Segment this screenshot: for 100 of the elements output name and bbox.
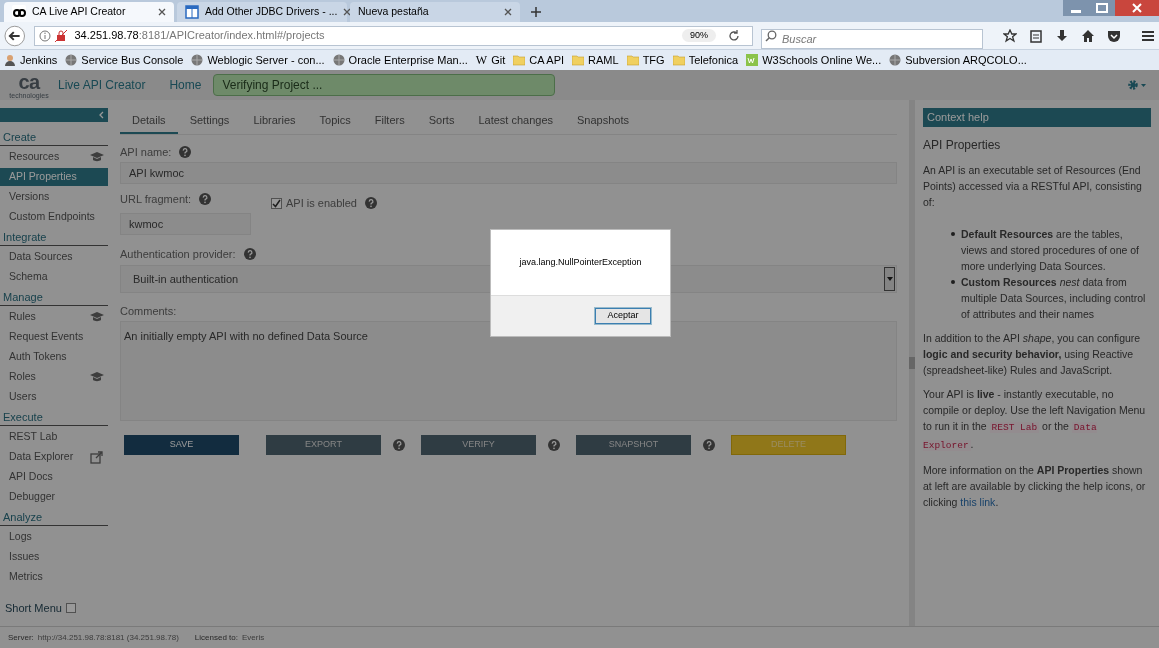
zoom-level[interactable]: 90% [682,28,716,43]
back-icon[interactable] [4,24,26,47]
bookmark[interactable]: Subversion ARQCOLO... [889,51,1027,69]
browser-tab[interactable]: Nueva pestaña [350,2,520,22]
home-link[interactable]: Home [169,76,202,94]
nav-item[interactable]: Logs [0,528,108,546]
checkbox[interactable] [65,603,76,614]
tab[interactable]: Details [120,108,178,134]
search-field[interactable]: Buscar [761,28,983,49]
nav-item[interactable]: Issues [0,548,108,566]
input-field[interactable]: API kwmoc [120,162,897,184]
footer-value: http://34.251.98.78:8181 (34.251.98.78) [37,632,179,642]
maximize-icon[interactable] [1089,0,1115,16]
section-heading: Execute [0,408,108,426]
help-icon[interactable] [243,248,256,260]
browser-tab[interactable]: Add Other JDBC Drivers - ... [177,2,347,22]
tab[interactable]: Filters [362,108,417,134]
nav-item[interactable]: Versions [0,188,108,206]
help-icon[interactable] [199,193,212,205]
bookmark[interactable]: Oracle Enterprise Man... [332,51,468,69]
footer-label: Server: [8,632,34,642]
tab[interactable]: Snapshots [565,108,641,134]
close-icon[interactable] [158,8,166,16]
field-label: Authentication provider: [120,246,236,262]
close-icon[interactable] [1115,0,1159,16]
nav-item[interactable]: Rules [9,309,36,325]
status-message: Verifying Project ... [213,74,556,96]
nav-item[interactable]: API Docs [0,468,108,486]
search-icon [765,29,777,42]
help-paragraph: More information on the API Properties shown at left are available by clicking the help icons, or clicking this link. [923,463,1147,510]
caret-icon [886,277,893,281]
minimize-icon[interactable] [1063,0,1089,16]
checkbox[interactable] [271,197,282,209]
help-icon[interactable] [548,439,560,451]
download-icon[interactable] [1055,28,1069,43]
bookmark[interactable]: RAML [572,51,619,69]
nav-item[interactable]: Metrics [0,568,108,586]
nav-item[interactable]: Data Sources [0,248,108,266]
new-tab-icon[interactable] [531,7,541,17]
splitter-handle[interactable] [909,357,915,369]
clipboard-icon[interactable] [1029,28,1043,43]
logo-text: ca [18,71,40,92]
action-button[interactable]: EXPORT [266,435,381,455]
help-icon[interactable] [703,439,715,451]
help-icon[interactable] [393,439,405,451]
field-label: URL fragment: [120,191,192,207]
action-button[interactable]: SNAPSHOT [576,435,691,455]
settings-icon[interactable] [1127,78,1147,92]
nav-item[interactable]: API Properties [0,168,108,186]
bookmark[interactable]: Git [491,51,506,69]
address-bar[interactable]: 34.251.98.78:8181/APICreator/index.html#/projects 90% [33,25,753,46]
input-field[interactable]: kwmoc [120,213,251,235]
nav-item[interactable]: Auth Tokens [0,348,108,366]
text-area[interactable]: An initially empty API with no defined Data Source [120,321,897,421]
bookmark[interactable]: Jenkins [4,51,58,69]
browser-tab[interactable]: CA Live API Creator [4,2,174,22]
close-icon[interactable] [504,8,512,16]
field-label: Comments: [120,304,177,319]
help-icon[interactable] [179,146,192,158]
graduation-cap-icon[interactable] [90,370,104,384]
tab[interactable]: Latest changes [466,108,565,134]
nav-item[interactable]: Roles [9,369,36,385]
nav-item[interactable]: Users [0,388,108,406]
help-icon[interactable] [364,197,377,209]
home-icon[interactable] [1081,28,1095,43]
bookmark[interactable]: W3Schools Online We... [746,51,882,69]
reload-icon[interactable] [728,29,740,42]
accept-button[interactable]: Aceptar [595,308,651,324]
tab[interactable]: Sorts [416,108,467,134]
action-button[interactable]: VERIFY [421,435,536,455]
chevron-left-icon[interactable] [98,111,104,119]
folder-icon [626,54,639,66]
nav-item[interactable]: Debugger [0,488,108,506]
help-paragraph: An API is an executable set of Resources (End Points) accessed via a RESTful API, consisting of: [923,163,1143,210]
star-icon[interactable] [1003,28,1017,43]
nav-item[interactable]: Data Explorer [9,449,74,465]
menu-icon[interactable] [1141,28,1155,43]
bookmark[interactable]: CA API [513,51,565,69]
nav-item[interactable]: REST Lab [0,428,108,446]
pocket-icon[interactable] [1107,28,1121,43]
wiki-icon: W [475,51,488,69]
bookmark[interactable]: Service Bus Console [65,51,184,69]
nav-item[interactable]: Custom Endpoints [0,208,108,226]
tab[interactable]: Topics [307,108,363,134]
nav-item[interactable]: Request Events [0,328,108,346]
insecure-lock-icon [54,29,67,42]
tab[interactable]: Libraries [241,108,308,134]
bookmark[interactable]: Weblogic Server - con... [191,51,325,69]
external-link-icon[interactable] [90,450,104,464]
bookmark[interactable]: Telefonica [672,51,739,69]
logo-icon [12,5,26,19]
graduation-cap-icon[interactable] [90,150,104,164]
folder-icon [672,54,685,66]
nav-item[interactable]: Resources [9,149,60,165]
nav-item[interactable]: Schema [0,268,108,286]
bookmark[interactable]: TFG [626,51,665,69]
section-heading: Create [0,128,108,146]
graduation-cap-icon[interactable] [90,310,104,324]
tab[interactable]: Settings [177,108,242,134]
action-button[interactable]: SAVE [124,435,239,455]
